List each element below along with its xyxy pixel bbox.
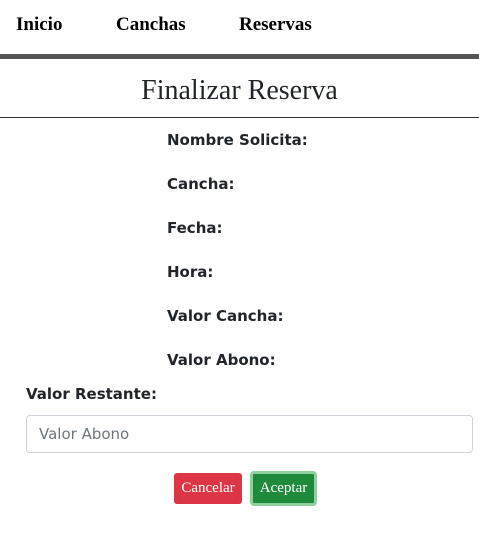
cancel-button[interactable]: Cancelar — [174, 473, 242, 504]
page-title: Finalizar Reserva — [141, 75, 338, 106]
nav-link-inicio[interactable]: Inicio — [16, 14, 62, 36]
cancha-label: Cancha: — [167, 175, 235, 193]
nav-link-canchas[interactable]: Canchas — [116, 14, 186, 36]
nombre-solicita-label: Nombre Solicita: — [167, 131, 308, 149]
nav-link-reservas[interactable]: Reservas — [239, 14, 312, 36]
valor-restante-label: Valor Restante: — [26, 385, 157, 403]
top-navigation: Inicio Canchas Reservas — [0, 0, 479, 54]
title-divider — [0, 117, 479, 118]
valor-abono-label: Valor Abono: — [167, 351, 276, 369]
nav-divider-bar — [0, 54, 479, 59]
hora-label: Hora: — [167, 263, 214, 281]
accept-button[interactable]: Aceptar — [250, 471, 317, 506]
valor-abono-input[interactable] — [26, 415, 473, 453]
fecha-label: Fecha: — [167, 219, 223, 237]
valor-cancha-label: Valor Cancha: — [167, 307, 284, 325]
